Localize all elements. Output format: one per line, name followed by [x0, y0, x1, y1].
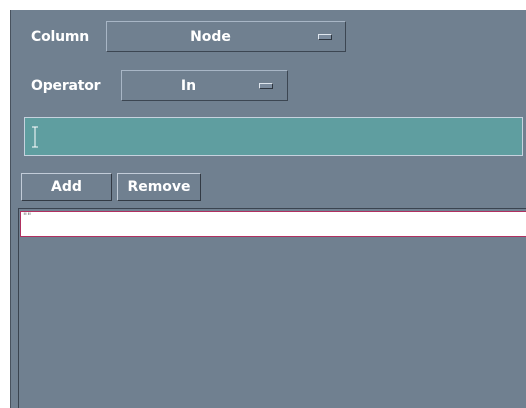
filter-panel: Column Node Operator In Add Remove "" [10, 10, 526, 408]
value-list[interactable]: "" [18, 208, 526, 408]
list-item[interactable]: "" [20, 211, 526, 237]
remove-button[interactable]: Remove [117, 173, 201, 201]
operator-option-menu[interactable]: In [121, 70, 288, 101]
column-label: Column [31, 29, 90, 45]
column-option-menu[interactable]: Node [106, 21, 346, 52]
operator-label: Operator [31, 78, 101, 94]
value-entry-field[interactable] [24, 117, 523, 156]
i-beam-cursor-icon [32, 126, 38, 148]
operator-selected-value: In [180, 77, 197, 94]
option-menu-indicator-icon [259, 83, 273, 89]
column-selected-value: Node [190, 28, 231, 45]
add-button[interactable]: Add [21, 173, 112, 201]
option-menu-indicator-icon [318, 34, 332, 40]
